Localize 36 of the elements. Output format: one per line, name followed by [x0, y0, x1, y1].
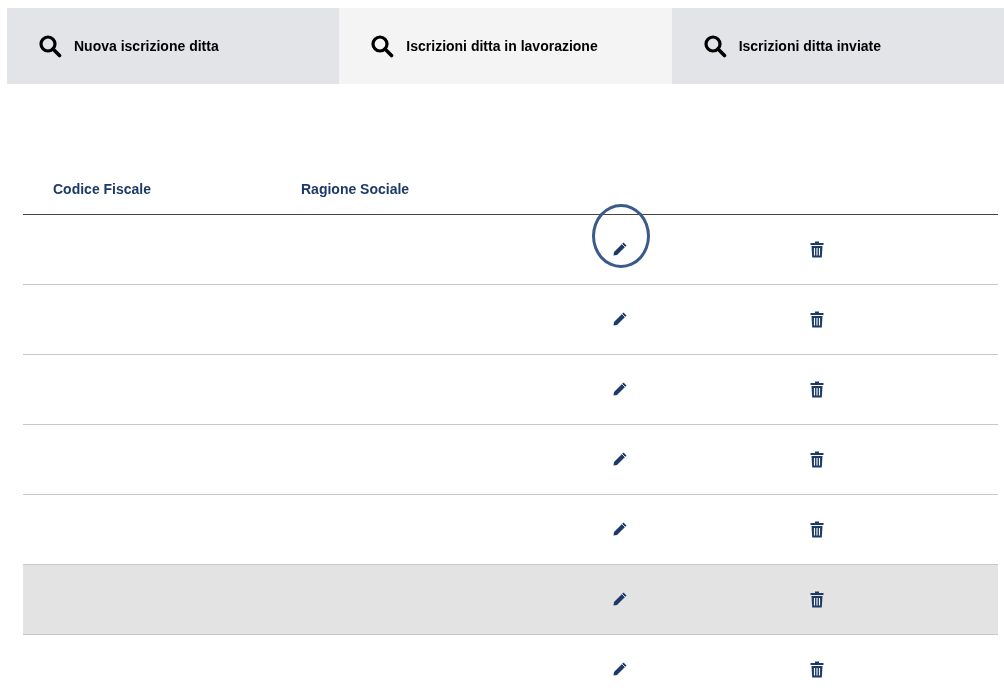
trash-icon: [810, 241, 824, 258]
edit-button[interactable]: [612, 381, 628, 397]
column-header: Ragione Sociale: [301, 180, 410, 199]
edit-icon: [612, 591, 628, 607]
trash-icon: [810, 381, 824, 398]
delete-button[interactable]: [810, 591, 824, 608]
edit-button[interactable]: [612, 521, 628, 537]
edit-button[interactable]: [612, 451, 628, 467]
search-icon: [702, 34, 727, 58]
trash-icon: [810, 591, 824, 608]
trash-icon: [810, 451, 824, 468]
column-header: Codice Fiscale: [53, 180, 153, 199]
edit-icon: [612, 521, 628, 537]
edit-icon: [612, 451, 628, 467]
delete-button[interactable]: [810, 241, 824, 258]
search-icon: [38, 34, 62, 58]
edit-icon: [612, 661, 628, 677]
delete-button[interactable]: [810, 661, 824, 678]
delete-button[interactable]: [810, 311, 824, 328]
edit-button[interactable]: [612, 661, 628, 677]
edit-button[interactable]: [612, 591, 628, 607]
tab[interactable]: Iscrizioni ditta inviate: [671, 8, 1004, 84]
trash-icon: [810, 311, 824, 328]
tab[interactable]: Iscrizioni ditta in lavorazione: [339, 8, 672, 84]
delete-button[interactable]: [810, 451, 824, 468]
delete-button[interactable]: [810, 381, 824, 398]
edit-button[interactable]: [612, 241, 628, 257]
trash-icon: [810, 661, 824, 678]
edit-icon: [612, 311, 628, 327]
edit-icon: [612, 241, 628, 257]
delete-button[interactable]: [810, 521, 824, 538]
edit-button[interactable]: [612, 311, 628, 327]
trash-icon: [810, 521, 824, 538]
tab[interactable]: Nuova iscrizione ditta: [7, 8, 340, 84]
edit-icon: [612, 381, 628, 397]
search-icon: [370, 34, 395, 58]
